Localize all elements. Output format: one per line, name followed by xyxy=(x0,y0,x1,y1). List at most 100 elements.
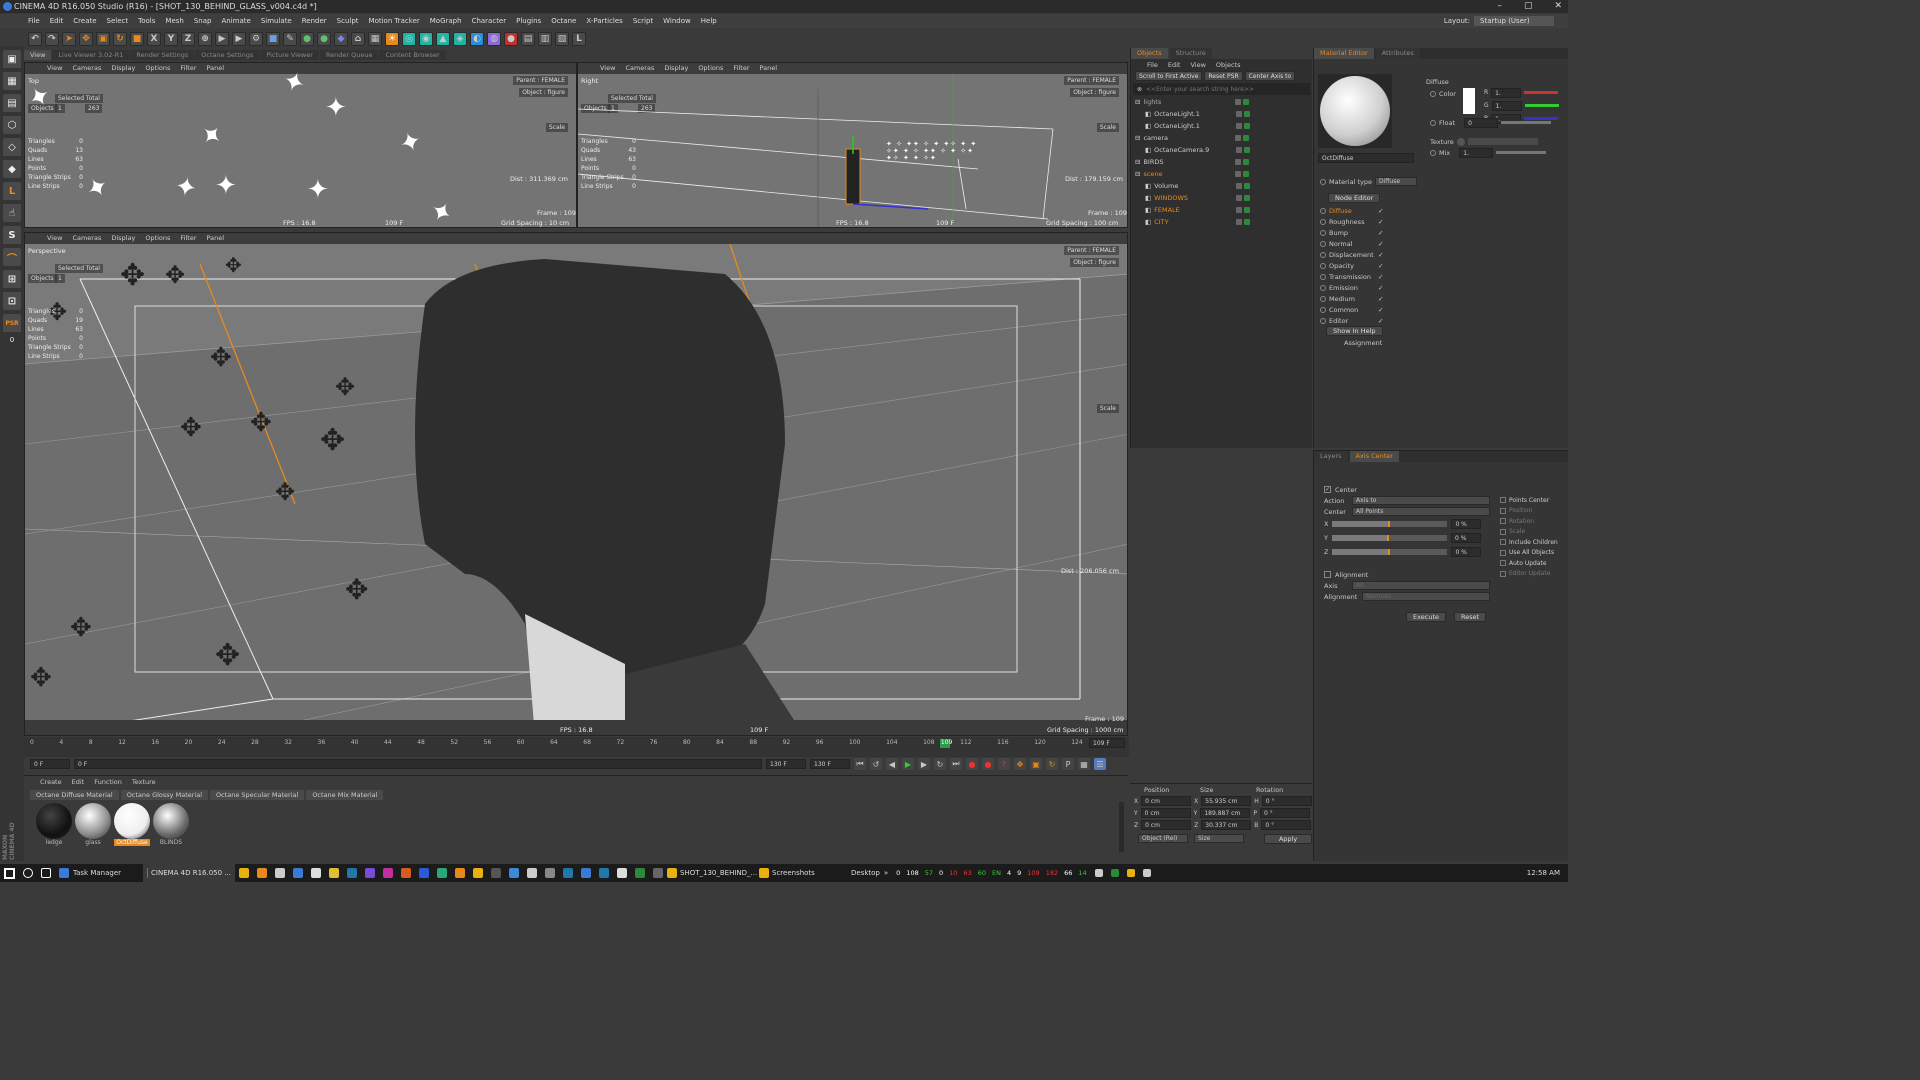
go-to-start-icon[interactable]: ⏮ xyxy=(854,758,866,770)
node-editor-button[interactable]: Node Editor xyxy=(1328,193,1381,203)
timeline-end-field[interactable]: 109 F xyxy=(1089,738,1125,748)
menu-item-simulate[interactable]: Simulate xyxy=(261,17,292,25)
axis-slider[interactable] xyxy=(1331,535,1447,541)
clock[interactable]: 12:58 AM xyxy=(1527,869,1560,877)
layout-select[interactable]: Startup (User) xyxy=(1474,16,1554,26)
previous-key-icon[interactable]: ↺ xyxy=(870,758,882,770)
texture-mode-icon[interactable]: ▦ xyxy=(3,72,21,90)
viewport-top[interactable]: View Cameras Display Options Filter Panel Top… xyxy=(24,62,577,228)
viewport-menu-cameras[interactable]: Cameras xyxy=(625,63,654,74)
maximize-icon[interactable]: ▢ xyxy=(1524,0,1533,13)
visibility-icon[interactable] xyxy=(1235,171,1242,177)
menu-item-mesh[interactable]: Mesh xyxy=(165,17,183,25)
check-icon[interactable] xyxy=(1244,111,1251,117)
object-row[interactable]: ◧ FEMALE xyxy=(1131,204,1312,216)
axis-mode-icon[interactable]: L xyxy=(3,182,21,200)
visibility-icon[interactable] xyxy=(1235,159,1242,165)
script-icon-3[interactable]: ▧ xyxy=(555,32,569,46)
object-row[interactable]: ⊟ scene xyxy=(1131,168,1312,180)
previous-frame-icon[interactable]: ◀ xyxy=(886,758,898,770)
illustrator-icon[interactable] xyxy=(455,868,465,878)
menu-item-edit[interactable]: Edit xyxy=(50,17,64,25)
color-g-field[interactable]: 1. xyxy=(1491,100,1522,111)
viewport-menu-display[interactable]: Display xyxy=(111,63,135,74)
axis-option[interactable]: Include Children xyxy=(1500,537,1558,548)
magnet-icon[interactable]: ⌒ xyxy=(3,248,21,266)
float-slider[interactable] xyxy=(1501,121,1552,124)
z-axis-lock-button[interactable]: Z xyxy=(181,32,195,46)
viewport-menu-options[interactable]: Options xyxy=(698,63,723,74)
tab-view[interactable]: View xyxy=(24,50,52,60)
color-r-slider[interactable] xyxy=(1524,91,1559,94)
viewport-menu-panel[interactable]: Panel xyxy=(207,233,225,244)
viewport-perspective[interactable]: ViewCamerasDisplayOptionsFilterPanel ✳ ✥… xyxy=(24,232,1128,736)
channel-row[interactable]: Displacement ✓ xyxy=(1316,249,1383,260)
visibility-icon[interactable] xyxy=(1236,123,1243,129)
channel-checkbox[interactable]: ✓ xyxy=(1378,207,1383,215)
tab-live-viewer-3-02-r1[interactable]: Live Viewer 3.02-R1 xyxy=(52,50,130,60)
after-effects-icon[interactable] xyxy=(365,868,375,878)
viewport-menu-filter[interactable]: Filter xyxy=(733,63,749,74)
app-icon[interactable] xyxy=(599,868,609,878)
material-editor-tab[interactable]: Attributes xyxy=(1375,48,1420,59)
channel-checkbox[interactable]: ✓ xyxy=(1378,251,1383,259)
rotation-field[interactable]: 0 ° xyxy=(1259,808,1310,818)
recent-tool-icon[interactable]: ■ xyxy=(130,32,144,46)
axis-center-tab[interactable]: Axis Center xyxy=(1349,451,1399,462)
app-icon[interactable] xyxy=(293,868,303,878)
array-icon[interactable]: ● xyxy=(317,32,331,46)
channel-row[interactable]: Normal ✓ xyxy=(1316,238,1383,249)
alignment-checkbox[interactable] xyxy=(1324,571,1331,578)
move-key-icon[interactable]: ✥ xyxy=(1014,758,1026,770)
material-menu-function[interactable]: Function xyxy=(94,778,122,786)
position-field[interactable]: 0 cm xyxy=(1141,796,1192,806)
taskbar-screenshots[interactable]: Screenshots xyxy=(759,868,851,878)
channel-row[interactable]: Medium ✓ xyxy=(1316,293,1383,304)
menu-item-octane[interactable]: Octane xyxy=(551,17,576,25)
solo-icon[interactable]: S xyxy=(3,226,21,244)
tab-render-queue[interactable]: Render Queue xyxy=(319,50,379,60)
axis-select[interactable]: All xyxy=(1352,581,1490,590)
object-menu-edit[interactable]: Edit xyxy=(1168,61,1181,69)
channel-row[interactable]: Transmission ✓ xyxy=(1316,271,1383,282)
menu-item-select[interactable]: Select xyxy=(107,17,129,25)
render-view-icon[interactable]: ▶ xyxy=(215,32,229,46)
size-field[interactable]: 55.935 cm xyxy=(1201,796,1252,806)
tray-icon[interactable] xyxy=(1110,869,1119,877)
object-search-input[interactable] xyxy=(1146,85,1297,93)
model-mode-icon[interactable]: ▣ xyxy=(3,50,21,68)
object-row[interactable]: ◧ OctaneLight.1 xyxy=(1131,108,1312,120)
render-settings-icon[interactable]: ⚙ xyxy=(249,32,263,46)
coordinate-system-icon[interactable]: ⊕ xyxy=(198,32,212,46)
channel-checkbox[interactable]: ✓ xyxy=(1378,229,1383,237)
start-icon[interactable] xyxy=(4,867,15,879)
viewport-menu-cameras[interactable]: Cameras xyxy=(72,63,101,74)
material-menu-texture[interactable]: Texture xyxy=(132,778,156,786)
material-type-select[interactable]: Diffuse xyxy=(1375,177,1417,186)
object-row[interactable]: ◧ OctaneCamera.9 xyxy=(1131,144,1312,156)
position-field[interactable]: 0 cm xyxy=(1141,820,1192,830)
menu-item-script[interactable]: Script xyxy=(633,17,653,25)
channel-row[interactable]: Emission ✓ xyxy=(1316,282,1383,293)
tray-icon[interactable] xyxy=(1094,869,1103,877)
deformer-icon[interactable]: ◆ xyxy=(334,32,348,46)
go-to-end-icon[interactable]: ⏭ xyxy=(950,758,962,770)
pla-key-icon[interactable]: ▦ xyxy=(1078,758,1090,770)
size-field[interactable]: 189.887 cm xyxy=(1200,808,1251,818)
octane-icon-3[interactable]: ▲ xyxy=(436,32,450,46)
material-scrollbar[interactable] xyxy=(1119,802,1124,852)
viewport-menu-view[interactable]: View xyxy=(600,63,615,74)
channel-checkbox[interactable]: ✓ xyxy=(1378,262,1383,270)
object-row[interactable]: ◧ Volume xyxy=(1131,180,1312,192)
render-picture-viewer-icon[interactable]: ▶ xyxy=(232,32,246,46)
channel-checkbox[interactable]: ✓ xyxy=(1378,273,1383,281)
viewport-menu-view[interactable]: View xyxy=(47,63,62,74)
check-icon[interactable] xyxy=(1244,207,1251,213)
app-icon[interactable] xyxy=(617,868,627,878)
object-row[interactable]: ⊟ BIRDS xyxy=(1131,156,1312,168)
taskbar-cinema4d[interactable]: CINEMA 4D R16.050 ... xyxy=(143,864,235,882)
object-menu-file[interactable]: File xyxy=(1147,61,1158,69)
texture-slot[interactable] xyxy=(1467,138,1538,145)
channel-row[interactable]: Bump ✓ xyxy=(1316,227,1383,238)
object-menu-objects[interactable]: Objects xyxy=(1216,61,1241,69)
